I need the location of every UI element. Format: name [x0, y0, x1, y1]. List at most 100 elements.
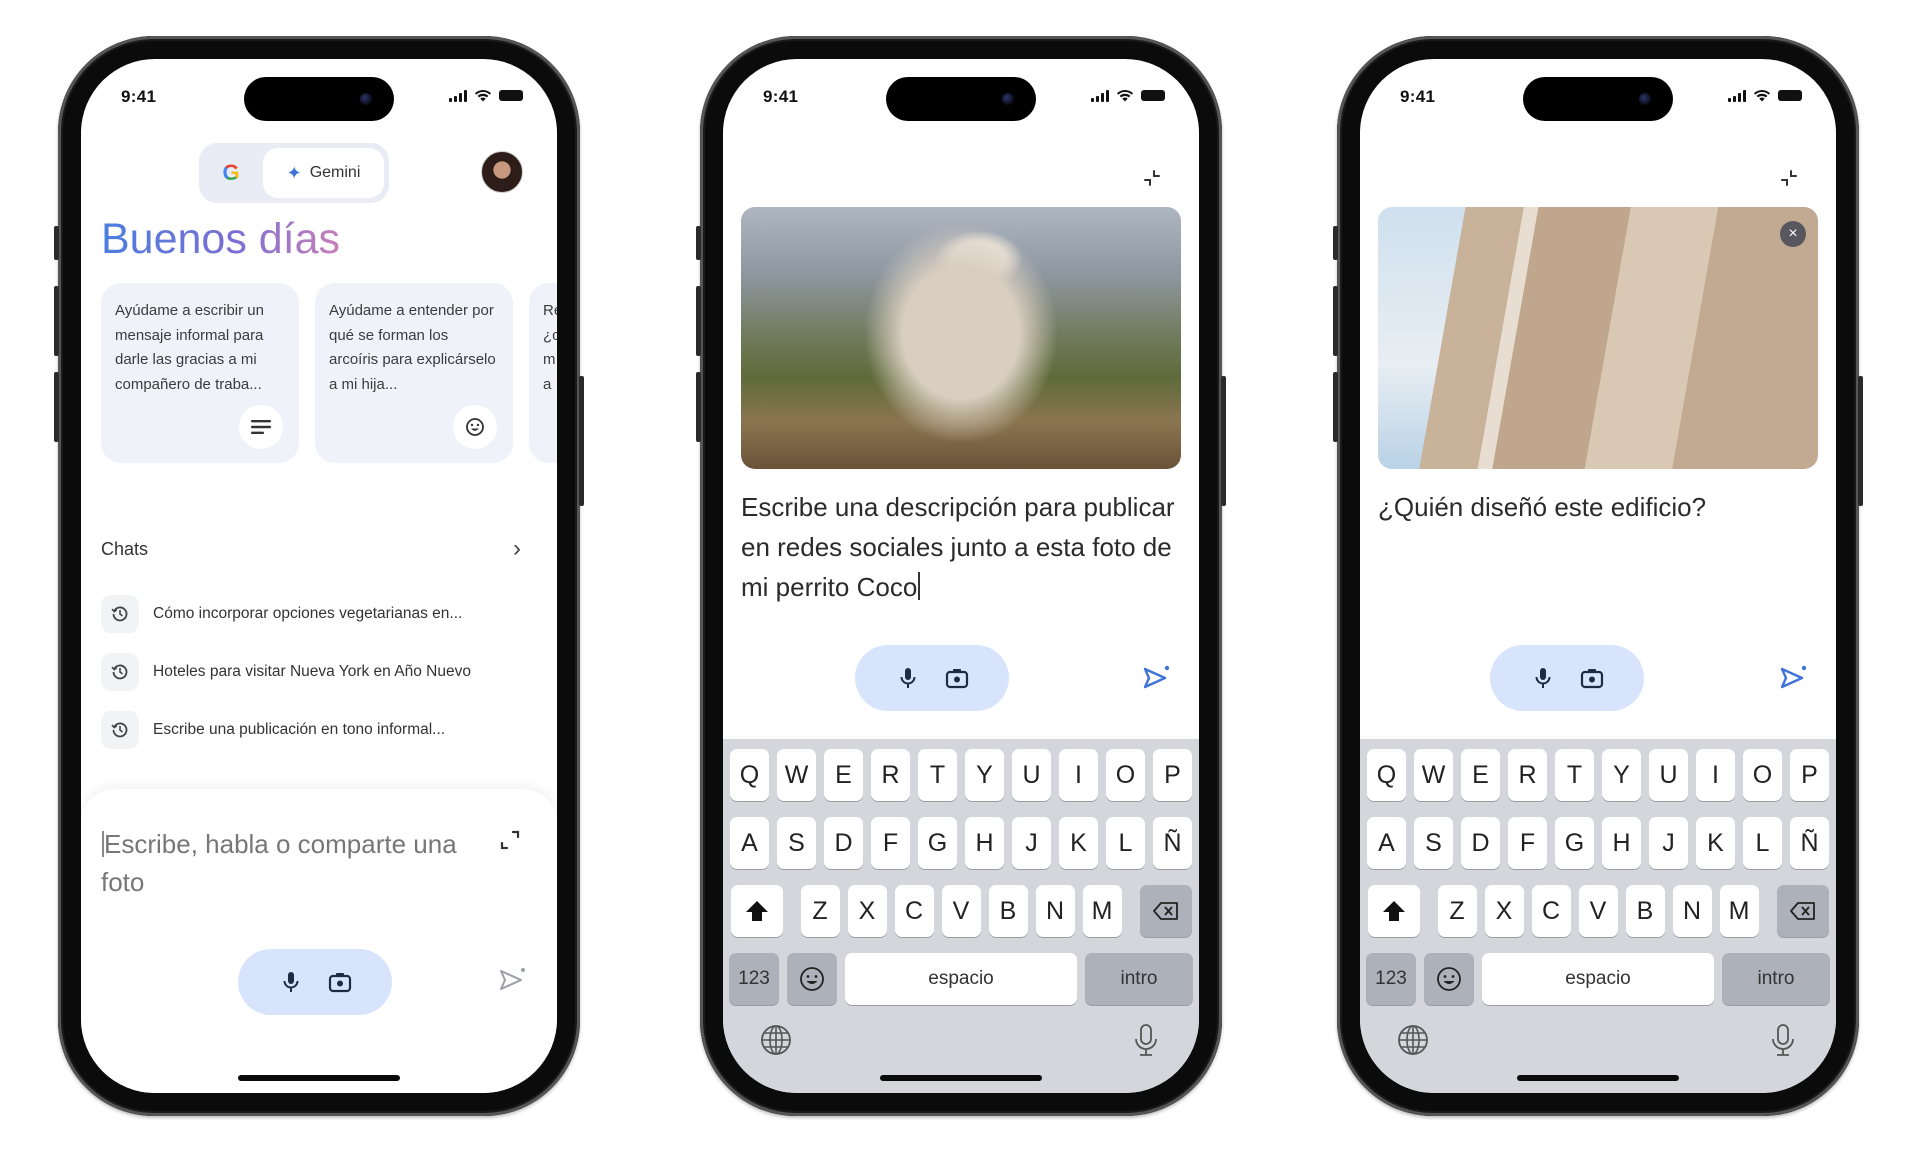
key-p[interactable]: P	[1153, 749, 1192, 801]
key-v[interactable]: V	[1578, 885, 1618, 937]
numbers-key[interactable]: 123	[1366, 953, 1416, 1005]
chat-item[interactable]: Hoteles para visitar Nueva York en Año N…	[101, 643, 527, 701]
suggestion-card[interactable]: Ayúdame a entender por qué se forman los…	[315, 283, 513, 463]
microphone-icon[interactable]	[895, 665, 921, 691]
key-n[interactable]: N	[1672, 885, 1712, 937]
key-q[interactable]: Q	[1367, 749, 1406, 801]
key-f[interactable]: F	[1508, 817, 1547, 869]
chat-item[interactable]: Escribe una publicación en tono informal…	[101, 701, 527, 759]
key-p[interactable]: P	[1790, 749, 1829, 801]
chats-header[interactable]: Chats ›	[101, 535, 521, 563]
send-icon[interactable]	[1141, 663, 1171, 693]
key-l[interactable]: L	[1743, 817, 1782, 869]
key-v[interactable]: V	[941, 885, 981, 937]
gemini-tab[interactable]: ✦ Gemini	[263, 148, 384, 198]
key-d[interactable]: D	[1461, 817, 1500, 869]
key-e[interactable]: E	[1461, 749, 1500, 801]
emoji-key[interactable]	[787, 953, 837, 1005]
key-o[interactable]: O	[1106, 749, 1145, 801]
microphone-icon[interactable]	[1530, 665, 1556, 691]
camera-icon[interactable]	[1579, 665, 1605, 691]
key-s[interactable]: S	[777, 817, 816, 869]
key-g[interactable]: G	[918, 817, 957, 869]
send-icon[interactable]	[497, 965, 527, 995]
key-k[interactable]: K	[1696, 817, 1735, 869]
key-o[interactable]: O	[1743, 749, 1782, 801]
return-key[interactable]: intro	[1085, 953, 1193, 1005]
key-b[interactable]: B	[988, 885, 1028, 937]
history-icon	[101, 711, 139, 749]
key-z[interactable]: Z	[1437, 885, 1477, 937]
key-d[interactable]: D	[824, 817, 863, 869]
key-ñ[interactable]: Ñ	[1790, 817, 1829, 869]
key-t[interactable]: T	[1555, 749, 1594, 801]
key-t[interactable]: T	[918, 749, 957, 801]
key-z[interactable]: Z	[800, 885, 840, 937]
collapse-icon[interactable]	[1778, 167, 1800, 189]
key-m[interactable]: M	[1082, 885, 1122, 937]
key-s[interactable]: S	[1414, 817, 1453, 869]
key-m[interactable]: M	[1719, 885, 1759, 937]
key-ñ[interactable]: Ñ	[1153, 817, 1192, 869]
key-w[interactable]: W	[777, 749, 816, 801]
space-key[interactable]: espacio	[1482, 953, 1714, 1005]
globe-icon[interactable]	[1396, 1023, 1430, 1057]
key-u[interactable]: U	[1012, 749, 1051, 801]
key-u[interactable]: U	[1649, 749, 1688, 801]
keyboard-row-1: QWERTYUIOP	[727, 749, 1195, 801]
remove-photo-button[interactable]: ×	[1780, 221, 1806, 247]
dictation-microphone-icon[interactable]	[1766, 1023, 1800, 1057]
microphone-icon[interactable]	[278, 969, 304, 995]
avatar[interactable]	[481, 151, 523, 193]
text-caret	[918, 572, 921, 600]
emoji-key[interactable]	[1424, 953, 1474, 1005]
key-l[interactable]: L	[1106, 817, 1145, 869]
key-r[interactable]: R	[871, 749, 910, 801]
shift-key[interactable]	[730, 885, 783, 937]
prompt-input[interactable]: ¿Quién diseñó este edificio?	[1378, 487, 1814, 527]
prompt-input[interactable]: Escribe una descripción para publicar en…	[741, 487, 1177, 607]
backspace-key[interactable]	[1139, 885, 1192, 937]
globe-icon[interactable]	[759, 1023, 793, 1057]
key-y[interactable]: Y	[1602, 749, 1641, 801]
backspace-key[interactable]	[1776, 885, 1829, 937]
chevron-right-icon[interactable]: ›	[513, 535, 521, 563]
key-n[interactable]: N	[1035, 885, 1075, 937]
collapse-icon[interactable]	[1141, 167, 1163, 189]
key-f[interactable]: F	[871, 817, 910, 869]
numbers-key[interactable]: 123	[729, 953, 779, 1005]
expand-icon[interactable]	[499, 829, 521, 851]
dictation-microphone-icon[interactable]	[1129, 1023, 1163, 1057]
chat-item[interactable]: Cómo incorporar opciones vegetarianas en…	[101, 585, 527, 643]
key-h[interactable]: H	[1602, 817, 1641, 869]
key-q[interactable]: Q	[730, 749, 769, 801]
camera-icon[interactable]	[944, 665, 970, 691]
key-j[interactable]: J	[1012, 817, 1051, 869]
key-h[interactable]: H	[965, 817, 1004, 869]
key-i[interactable]: I	[1696, 749, 1735, 801]
key-c[interactable]: C	[894, 885, 934, 937]
return-key[interactable]: intro	[1722, 953, 1830, 1005]
shift-key[interactable]	[1367, 885, 1420, 937]
key-x[interactable]: X	[1484, 885, 1524, 937]
key-w[interactable]: W	[1414, 749, 1453, 801]
key-j[interactable]: J	[1649, 817, 1688, 869]
key-i[interactable]: I	[1059, 749, 1098, 801]
key-g[interactable]: G	[1555, 817, 1594, 869]
google-tab[interactable]: G	[199, 143, 263, 203]
suggestion-card[interactable]: Ayúdame a escribir un mensaje informal p…	[101, 283, 299, 463]
camera-icon[interactable]	[327, 969, 353, 995]
key-y[interactable]: Y	[965, 749, 1004, 801]
space-key[interactable]: espacio	[845, 953, 1077, 1005]
key-r[interactable]: R	[1508, 749, 1547, 801]
key-a[interactable]: A	[730, 817, 769, 869]
send-icon[interactable]	[1778, 663, 1808, 693]
key-c[interactable]: C	[1531, 885, 1571, 937]
key-b[interactable]: B	[1625, 885, 1665, 937]
key-a[interactable]: A	[1367, 817, 1406, 869]
key-k[interactable]: K	[1059, 817, 1098, 869]
key-x[interactable]: X	[847, 885, 887, 937]
prompt-input[interactable]: Escribe, habla o comparte una foto	[101, 825, 461, 901]
key-e[interactable]: E	[824, 749, 863, 801]
suggestion-card-partial[interactable]: Re ¿c m la	[529, 283, 557, 463]
